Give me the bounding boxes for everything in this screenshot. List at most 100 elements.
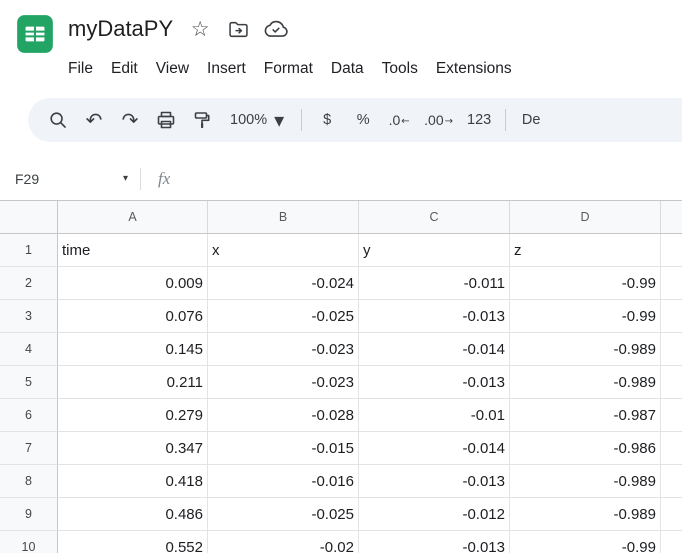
cell[interactable]: -0.023: [208, 366, 359, 399]
cell[interactable]: -0.01: [359, 399, 510, 432]
title-row: myDataPY ☆: [68, 10, 682, 48]
cell[interactable]: [661, 498, 682, 531]
row-header-2[interactable]: 2: [0, 267, 58, 300]
folder-move-icon: [227, 18, 250, 41]
cell[interactable]: -0.013: [359, 300, 510, 333]
zoom-control[interactable]: 100% ▾: [220, 103, 294, 137]
menu-extensions[interactable]: Extensions: [427, 54, 521, 84]
more-formats-button[interactable]: 123: [460, 103, 498, 137]
column-header-b[interactable]: B: [208, 201, 359, 233]
redo-button[interactable]: ↷: [112, 103, 148, 137]
cell[interactable]: 0.279: [58, 399, 208, 432]
row-header-9[interactable]: 9: [0, 498, 58, 531]
row-header-1[interactable]: 1: [0, 234, 58, 267]
menu-view[interactable]: View: [147, 54, 198, 84]
cell[interactable]: [661, 300, 682, 333]
menu-data[interactable]: Data: [322, 54, 373, 84]
cell[interactable]: -0.014: [359, 432, 510, 465]
undo-button[interactable]: ↶: [76, 103, 112, 137]
cell[interactable]: [661, 333, 682, 366]
row-header-4[interactable]: 4: [0, 333, 58, 366]
cell[interactable]: -0.99: [510, 267, 661, 300]
decrease-decimal-button[interactable]: .0 ←: [381, 103, 417, 137]
row-header-8[interactable]: 8: [0, 465, 58, 498]
increase-decimal-button[interactable]: .00 →: [417, 103, 460, 137]
cell[interactable]: [661, 531, 682, 553]
menu-tools[interactable]: Tools: [373, 54, 427, 84]
menu-insert[interactable]: Insert: [198, 54, 255, 84]
cell[interactable]: 0.145: [58, 333, 208, 366]
format-currency-button[interactable]: $: [309, 103, 345, 137]
cell[interactable]: -0.987: [510, 399, 661, 432]
cell[interactable]: -0.02: [208, 531, 359, 553]
name-box[interactable]: F29 ▾: [0, 171, 140, 187]
cell[interactable]: [661, 432, 682, 465]
column-header-a[interactable]: A: [58, 201, 208, 233]
move-to-folder-button[interactable]: [225, 16, 251, 42]
cell[interactable]: -0.016: [208, 465, 359, 498]
cell[interactable]: 0.418: [58, 465, 208, 498]
cell[interactable]: -0.014: [359, 333, 510, 366]
cell[interactable]: time: [58, 234, 208, 267]
cell[interactable]: [661, 267, 682, 300]
row-header-3[interactable]: 3: [0, 300, 58, 333]
cell[interactable]: x: [208, 234, 359, 267]
font-select[interactable]: De: [513, 103, 549, 137]
cloud-status-button[interactable]: [263, 16, 289, 42]
print-button[interactable]: [148, 103, 184, 137]
cell[interactable]: z: [510, 234, 661, 267]
column-header-d[interactable]: D: [510, 201, 661, 233]
menu-edit[interactable]: Edit: [102, 54, 147, 84]
cell[interactable]: -0.025: [208, 300, 359, 333]
cell[interactable]: -0.013: [359, 366, 510, 399]
cell[interactable]: -0.024: [208, 267, 359, 300]
menu-format[interactable]: Format: [255, 54, 322, 84]
formula-input[interactable]: fx: [158, 169, 682, 189]
cell[interactable]: -0.013: [359, 531, 510, 553]
row-header-5[interactable]: 5: [0, 366, 58, 399]
cell[interactable]: -0.012: [359, 498, 510, 531]
cell[interactable]: -0.989: [510, 498, 661, 531]
search-button[interactable]: [40, 103, 76, 137]
cell[interactable]: 0.552: [58, 531, 208, 553]
column-header-e[interactable]: [661, 201, 682, 233]
cell[interactable]: [661, 399, 682, 432]
paint-format-button[interactable]: [184, 103, 220, 137]
cell[interactable]: -0.023: [208, 333, 359, 366]
cell[interactable]: 0.211: [58, 366, 208, 399]
cell[interactable]: -0.99: [510, 531, 661, 553]
cell[interactable]: -0.013: [359, 465, 510, 498]
table-row: 80.418-0.016-0.013-0.989: [0, 465, 682, 498]
row-header-7[interactable]: 7: [0, 432, 58, 465]
cell[interactable]: 0.347: [58, 432, 208, 465]
cell[interactable]: y: [359, 234, 510, 267]
row-header-10[interactable]: 10: [0, 531, 58, 553]
menu-file[interactable]: File: [59, 54, 102, 84]
row-header-6[interactable]: 6: [0, 399, 58, 432]
cell[interactable]: -0.028: [208, 399, 359, 432]
column-header-c[interactable]: C: [359, 201, 510, 233]
font-name: De: [522, 112, 541, 128]
cell[interactable]: -0.025: [208, 498, 359, 531]
cell[interactable]: -0.015: [208, 432, 359, 465]
cell[interactable]: -0.989: [510, 465, 661, 498]
search-icon: [48, 110, 68, 130]
select-all-corner[interactable]: [0, 201, 58, 233]
cell[interactable]: [661, 234, 682, 267]
cell[interactable]: [661, 465, 682, 498]
cell[interactable]: -0.986: [510, 432, 661, 465]
cell[interactable]: -0.989: [510, 333, 661, 366]
chevron-down-icon: ▾: [123, 174, 128, 184]
star-button[interactable]: ☆: [187, 16, 213, 42]
document-title[interactable]: myDataPY: [68, 16, 173, 42]
format-percent-button[interactable]: %: [345, 103, 381, 137]
cell[interactable]: -0.99: [510, 300, 661, 333]
active-cell-reference: F29: [15, 171, 39, 187]
cell[interactable]: -0.989: [510, 366, 661, 399]
cell[interactable]: 0.486: [58, 498, 208, 531]
cell[interactable]: 0.009: [58, 267, 208, 300]
cell[interactable]: [661, 366, 682, 399]
cell[interactable]: 0.076: [58, 300, 208, 333]
cell[interactable]: -0.011: [359, 267, 510, 300]
sheets-logo-icon[interactable]: [14, 13, 56, 55]
